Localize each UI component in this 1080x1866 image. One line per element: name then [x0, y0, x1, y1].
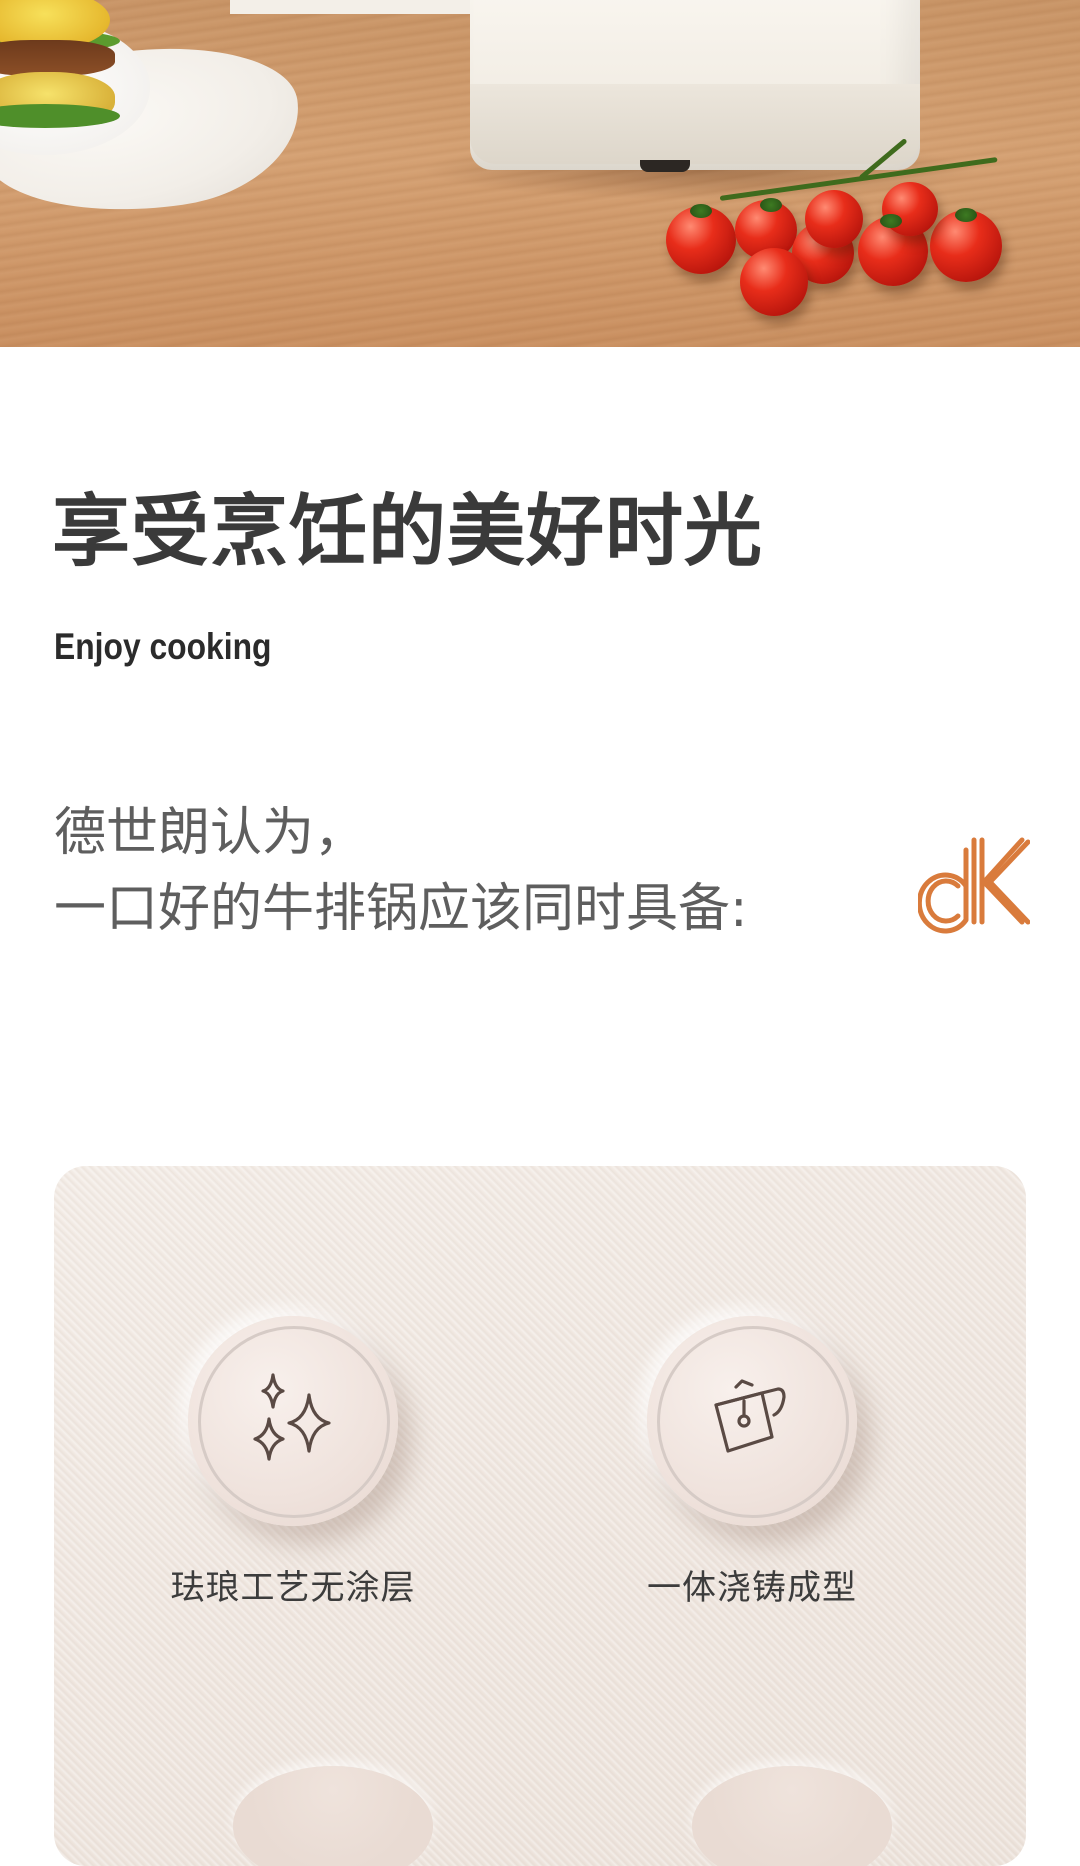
intro-line-1: 德世朗认为，: [54, 803, 367, 863]
hero-image: [0, 0, 1080, 347]
tomato: [740, 248, 808, 316]
burger-patty: [0, 40, 115, 76]
appliance-foot: [640, 160, 690, 172]
tomato-calyx: [955, 208, 977, 222]
appliance-edge: [230, 0, 490, 14]
feature-label: 一体浇铸成型: [647, 1568, 857, 1608]
tomato-calyx: [880, 214, 902, 228]
intro-text: 德世朗认为， 一口好的牛排锅应该同时具备:: [54, 795, 748, 947]
page-subtitle: Enjoy cooking: [54, 626, 272, 667]
pot-pour-icon: [714, 1379, 786, 1453]
feature-one-piece-cast: 一体浇铸成型: [572, 1316, 932, 1609]
feature-card: 珐琅工艺无涂层 一体浇铸成型: [54, 1166, 1026, 1866]
dk-logo-icon: [918, 837, 1030, 934]
feature-icon-disc: [188, 1316, 398, 1526]
tomato-calyx: [690, 204, 712, 218]
page-title: 享受烹饪的美好时光: [52, 487, 764, 577]
appliance-base: [470, 84, 920, 164]
tomato: [805, 190, 863, 248]
intro-line-2: 一口好的牛排锅应该同时具备:: [54, 879, 748, 939]
feature-label: 珐琅工艺无涂层: [170, 1568, 416, 1608]
feature-enamel: 珐琅工艺无涂层: [113, 1316, 473, 1609]
sparkles-icon: [253, 1373, 331, 1461]
feature-icon-disc: [647, 1316, 857, 1526]
tomato-calyx: [760, 198, 782, 212]
